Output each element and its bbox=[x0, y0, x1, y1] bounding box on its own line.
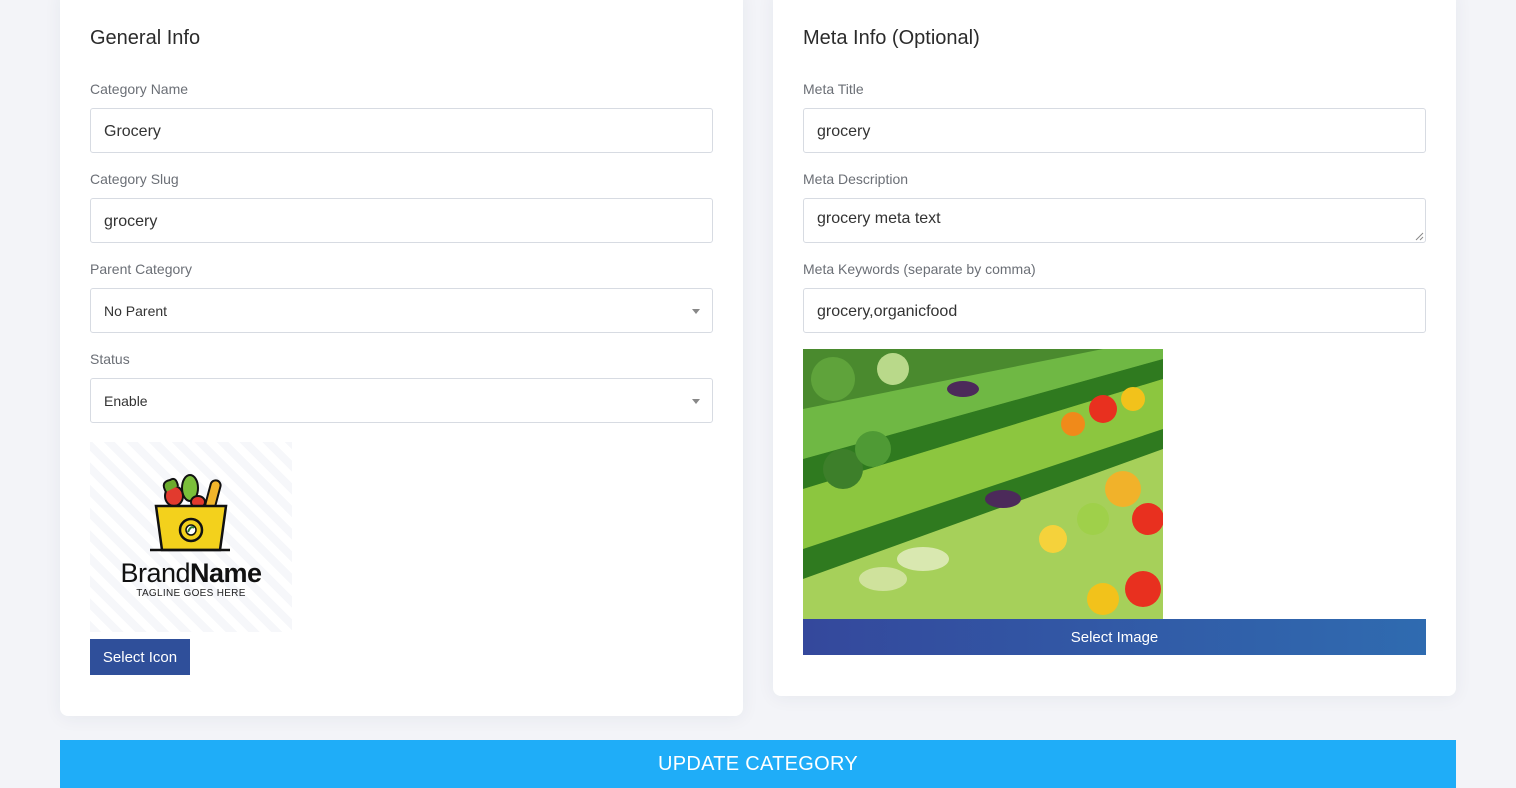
parent-category-value: No Parent bbox=[104, 303, 168, 319]
category-slug-label: Category Slug bbox=[90, 171, 179, 187]
meta-keywords-label: Meta Keywords (separate by comma) bbox=[803, 261, 1036, 277]
meta-description-textarea[interactable]: grocery meta text bbox=[803, 198, 1426, 243]
category-slug-input[interactable]: grocery bbox=[90, 198, 713, 243]
meta-description-label: Meta Description bbox=[803, 171, 909, 187]
category-icon-preview: BrandName TAGLINE GOES HERE bbox=[90, 442, 292, 632]
status-value: Enable bbox=[104, 393, 148, 409]
brand-name: BrandName bbox=[120, 558, 262, 588]
meta-title-label: Meta Title bbox=[803, 81, 864, 97]
chevron-down-icon bbox=[692, 309, 700, 314]
chevron-down-icon bbox=[692, 399, 700, 404]
category-name-label: Category Name bbox=[90, 81, 189, 97]
grocery-bag-icon bbox=[150, 474, 230, 552]
general-info-card: General Info Category Name Grocery Categ… bbox=[60, 0, 743, 716]
parent-category-select[interactable]: No Parent bbox=[90, 288, 713, 333]
parent-category-label: Parent Category bbox=[90, 261, 192, 277]
category-image-preview bbox=[803, 349, 1163, 619]
meta-keywords-input[interactable]: grocery,organicfood bbox=[803, 288, 1426, 333]
status-label: Status bbox=[90, 351, 130, 367]
produce-shelf-image bbox=[803, 349, 1163, 619]
resize-grip-icon[interactable] bbox=[1414, 231, 1424, 241]
general-info-title: General Info bbox=[90, 27, 201, 49]
category-name-input[interactable]: Grocery bbox=[90, 108, 713, 153]
meta-description-value: grocery meta text bbox=[817, 210, 941, 227]
select-image-button[interactable]: Select Image bbox=[803, 619, 1426, 655]
update-category-button[interactable]: UPDATE CATEGORY bbox=[60, 740, 1456, 788]
brand-tagline: TAGLINE GOES HERE bbox=[136, 588, 246, 599]
select-icon-button[interactable]: Select Icon bbox=[90, 639, 190, 675]
status-select[interactable]: Enable bbox=[90, 378, 713, 423]
meta-info-title: Meta Info (Optional) bbox=[803, 27, 980, 49]
meta-title-input[interactable]: grocery bbox=[803, 108, 1426, 153]
meta-info-card: Meta Info (Optional) Meta Title grocery … bbox=[773, 0, 1456, 696]
